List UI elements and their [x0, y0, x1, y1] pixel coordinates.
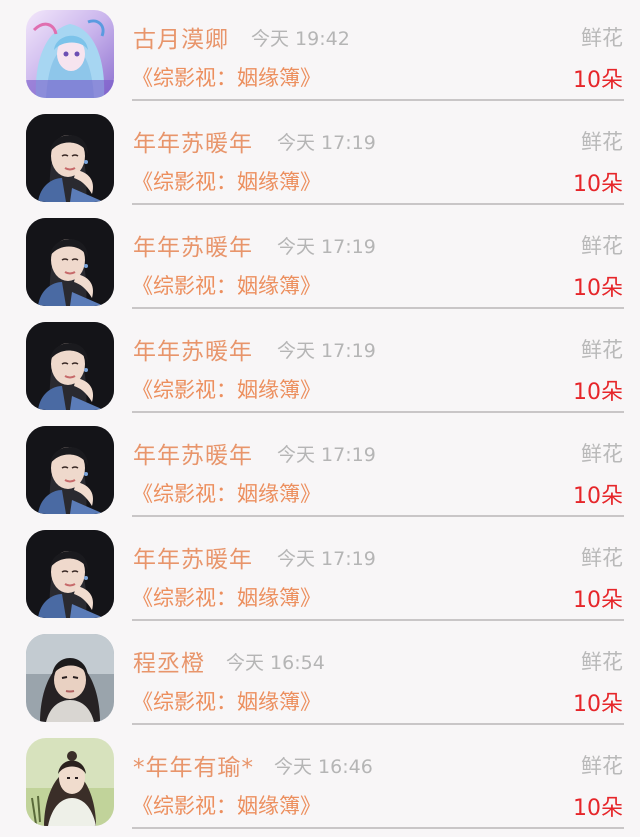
gift-amount: 10朵: [573, 380, 623, 405]
gift-amount: 10朵: [573, 796, 623, 821]
gift-type: 鲜花: [581, 546, 623, 570]
gift-amount: 10朵: [573, 276, 623, 301]
row-divider: [132, 515, 624, 517]
actress-avatar[interactable]: [26, 426, 114, 514]
sender-name[interactable]: *年年有瑜*: [133, 748, 254, 782]
gift-amount: 10朵: [573, 692, 623, 717]
book-title[interactable]: 《综影视：姻缘簿》: [132, 62, 321, 92]
list-item[interactable]: *年年有瑜* 今天 16:46 鲜花 《综影视：姻缘簿》 10朵: [0, 728, 640, 832]
row-divider: [132, 411, 624, 413]
actress-avatar[interactable]: [26, 114, 114, 202]
book-title[interactable]: 《综影视：姻缘簿》: [132, 790, 321, 820]
timestamp: 今天 16:54: [226, 652, 325, 674]
gift-amount: 10朵: [573, 172, 623, 197]
gift-record-list: 古月漠卿 今天 19:42 鲜花 《综影视：姻缘簿》 10朵 年年苏暖年 今天 …: [0, 0, 640, 837]
list-item[interactable]: 古月漠卿 今天 19:42 鲜花 《综影视：姻缘簿》 10朵: [0, 0, 640, 104]
actress-avatar[interactable]: [26, 530, 114, 618]
actor-avatar[interactable]: [26, 634, 114, 722]
book-title[interactable]: 《综影视：姻缘簿》: [132, 270, 321, 300]
sender-name[interactable]: 程丞橙: [133, 644, 205, 678]
book-title[interactable]: 《综影视：姻缘簿》: [132, 166, 321, 196]
timestamp: 今天 17:19: [277, 236, 376, 258]
gift-amount: 10朵: [573, 68, 623, 93]
list-item[interactable]: 年年苏暖年 今天 17:19 鲜花 《综影视：姻缘簿》 10朵: [0, 416, 640, 520]
timestamp: 今天 17:19: [277, 340, 376, 362]
timestamp: 今天 19:42: [251, 28, 350, 50]
gift-amount: 10朵: [573, 588, 623, 613]
sender-name[interactable]: 年年苏暖年: [133, 332, 253, 366]
gift-type: 鲜花: [581, 338, 623, 362]
list-item[interactable]: 年年苏暖年 今天 17:19 鲜花 《综影视：姻缘簿》 10朵: [0, 104, 640, 208]
costume-actor-avatar[interactable]: [26, 738, 114, 826]
sender-name[interactable]: 年年苏暖年: [133, 124, 253, 158]
timestamp: 今天 17:19: [277, 444, 376, 466]
list-item[interactable]: 年年苏暖年 今天 17:19 鲜花 《综影视：姻缘簿》 10朵: [0, 208, 640, 312]
row-divider: [132, 99, 624, 101]
row-divider: [132, 619, 624, 621]
timestamp: 今天 16:46: [274, 756, 373, 778]
book-title[interactable]: 《综影视：姻缘簿》: [132, 478, 321, 508]
list-item[interactable]: 程丞橙 今天 16:54 鲜花 《综影视：姻缘簿》 10朵: [0, 624, 640, 728]
row-divider: [132, 307, 624, 309]
actress-avatar[interactable]: [26, 322, 114, 410]
gift-amount: 10朵: [573, 484, 623, 509]
timestamp: 今天 17:19: [277, 132, 376, 154]
actress-avatar[interactable]: [26, 218, 114, 306]
anime-avatar[interactable]: [26, 10, 114, 98]
list-item[interactable]: 年年苏暖年 今天 17:19 鲜花 《综影视：姻缘簿》 10朵: [0, 312, 640, 416]
gift-type: 鲜花: [581, 234, 623, 258]
gift-type: 鲜花: [581, 650, 623, 674]
list-item[interactable]: 年年苏暖年 今天 17:19 鲜花 《综影视：姻缘簿》 10朵: [0, 520, 640, 624]
timestamp: 今天 17:19: [277, 548, 376, 570]
book-title[interactable]: 《综影视：姻缘簿》: [132, 686, 321, 716]
gift-type: 鲜花: [581, 442, 623, 466]
sender-name[interactable]: 年年苏暖年: [133, 228, 253, 262]
gift-type: 鲜花: [581, 26, 623, 50]
sender-name[interactable]: 年年苏暖年: [133, 436, 253, 470]
gift-type: 鲜花: [581, 130, 623, 154]
book-title[interactable]: 《综影视：姻缘簿》: [132, 374, 321, 404]
gift-type: 鲜花: [581, 754, 623, 778]
book-title[interactable]: 《综影视：姻缘簿》: [132, 582, 321, 612]
row-divider: [132, 203, 624, 205]
sender-name[interactable]: 年年苏暖年: [133, 540, 253, 574]
row-divider: [132, 723, 624, 725]
sender-name[interactable]: 古月漠卿: [133, 20, 229, 54]
row-divider: [132, 827, 624, 829]
